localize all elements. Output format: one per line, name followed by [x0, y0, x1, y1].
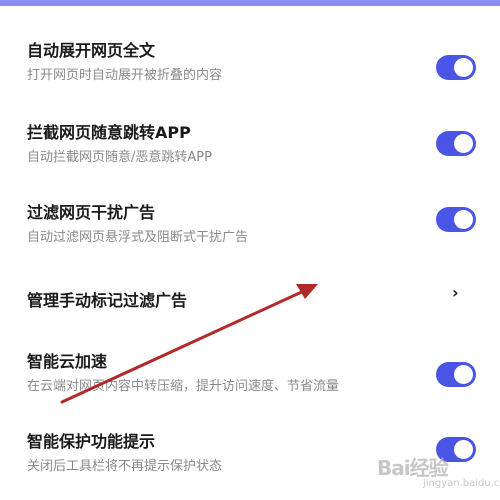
panel-top-edge: [0, 6, 500, 20]
setting-subtitle: 自动拦截网页随意/恶意跳转APP: [27, 150, 212, 165]
filter-ads-toggle[interactable]: [436, 207, 476, 232]
setting-subtitle: 打开网页时自动展开被折叠的内容: [27, 68, 223, 83]
setting-cloud-acceleration: 智能云加速 在云端对网页内容中转压缩，提升访问速度、节省流量: [0, 344, 500, 414]
setting-title: 智能保护功能提示: [27, 432, 156, 451]
toggle-knob: [454, 58, 473, 77]
watermark: Bai经验 jingyan.baidu.com: [377, 452, 500, 496]
auto-expand-toggle[interactable]: [436, 55, 476, 80]
watermark-domain: jingyan.baidu.com: [423, 478, 500, 489]
setting-title: 拦截网页随意跳转APP: [27, 123, 191, 142]
toggle-knob: [454, 134, 473, 153]
watermark-brand: Bai经验: [377, 456, 449, 480]
setting-subtitle: 在云端对网页内容中转压缩，提升访问速度、节省流量: [27, 379, 340, 394]
setting-manage-marked-ads[interactable]: 管理手动标记过滤广告 ›: [0, 275, 500, 345]
setting-title: 自动展开网页全文: [27, 41, 156, 60]
setting-title: 智能云加速: [27, 352, 108, 371]
cloud-acceleration-toggle[interactable]: [436, 362, 476, 387]
toggle-knob: [454, 210, 473, 229]
setting-subtitle: 自动过滤网页悬浮式及阻断式干扰广告: [27, 230, 249, 245]
setting-title: 过滤网页干扰广告: [27, 203, 156, 222]
block-app-jump-toggle[interactable]: [436, 131, 476, 156]
setting-subtitle: 关闭后工具栏将不再提示保护状态: [27, 459, 223, 474]
setting-title: 管理手动标记过滤广告: [27, 291, 188, 310]
toggle-knob: [454, 365, 473, 384]
chevron-right-icon: ›: [452, 283, 459, 302]
setting-filter-ads: 过滤网页干扰广告 自动过滤网页悬浮式及阻断式干扰广告: [0, 195, 500, 265]
setting-auto-expand: 自动展开网页全文 打开网页时自动展开被折叠的内容: [0, 33, 500, 103]
setting-block-app-jump: 拦截网页随意跳转APP 自动拦截网页随意/恶意跳转APP: [0, 115, 500, 185]
